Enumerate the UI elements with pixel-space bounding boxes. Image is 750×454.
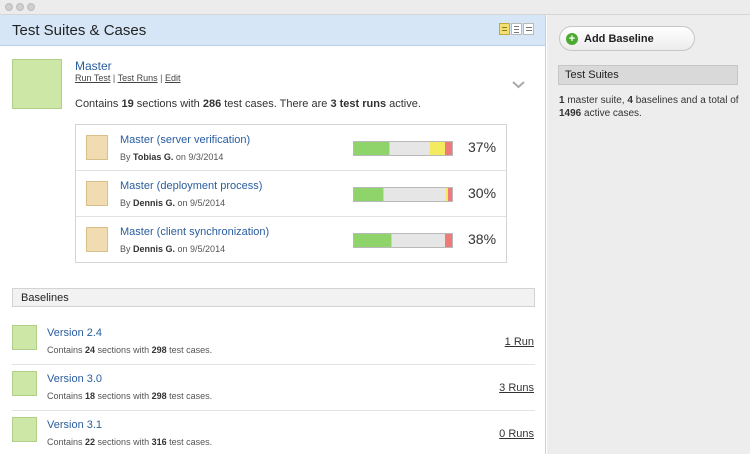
page-title: Test Suites & Cases	[12, 22, 147, 39]
baseline-description: Contains 18 sections with 298 test cases…	[47, 391, 213, 401]
window-close-icon[interactable]	[5, 3, 13, 11]
active-runs-list: Master (server verification) By Tobias G…	[75, 124, 507, 263]
progress-retest-segment	[430, 142, 446, 155]
progress-failed-segment	[448, 188, 452, 201]
baseline-link[interactable]: Version 3.0	[47, 373, 102, 385]
test-run-link[interactable]: Master (client synchronization)	[120, 226, 269, 238]
baselines-section-header: Baselines	[12, 288, 535, 307]
test-run-meta: By Dennis G. on 9/5/2014	[120, 198, 226, 208]
progress-percent: 38%	[468, 231, 497, 247]
master-suite-link[interactable]: Master	[75, 59, 112, 73]
chevron-down-icon[interactable]	[512, 78, 525, 91]
master-suite-thumbnail	[12, 59, 62, 109]
test-run-link[interactable]: Master (server verification)	[120, 134, 250, 146]
test-run-meta: By Dennis G. on 9/5/2014	[120, 244, 226, 254]
progress-bar	[353, 141, 453, 156]
progress-untested-segment	[389, 142, 431, 155]
baseline-link[interactable]: Version 3.1	[47, 419, 102, 431]
progress-untested-segment	[391, 234, 446, 247]
run-test-link[interactable]: Run Test	[75, 73, 110, 83]
baseline-row: Version 3.1 Contains 22 sections with 31…	[0, 411, 545, 454]
baseline-description: Contains 24 sections with 298 test cases…	[47, 345, 213, 355]
progress-untested-segment	[383, 188, 447, 201]
edit-link[interactable]: Edit	[165, 73, 181, 83]
test-run-row: Master (client synchronization) By Denni…	[76, 217, 506, 263]
baselines-heading: Baselines	[21, 292, 69, 304]
progress-percent: 37%	[468, 139, 497, 155]
sidebar-section-header: Test Suites	[558, 65, 738, 85]
baseline-runs-link[interactable]: 0 Runs	[499, 428, 534, 440]
window-titlebar	[0, 0, 750, 15]
baseline-description: Contains 22 sections with 316 test cases…	[47, 437, 213, 447]
baseline-runs-link[interactable]: 3 Runs	[499, 382, 534, 394]
sidebar-summary: 1 master suite, 4 baselines and a total …	[559, 95, 739, 119]
progress-failed-segment	[445, 142, 452, 155]
test-run-row: Master (server verification) By Tobias G…	[76, 125, 506, 171]
master-actions: Run Test | Test Runs | Edit	[75, 73, 180, 83]
baseline-thumbnail	[12, 417, 37, 442]
action-separator: |	[160, 73, 163, 83]
progress-bar	[353, 233, 453, 248]
test-run-row: Master (deployment process) By Dennis G.…	[76, 171, 506, 217]
test-run-meta: By Tobias G. on 9/3/2014	[120, 152, 224, 162]
baseline-row: Version 2.4 Contains 24 sections with 29…	[0, 319, 545, 365]
progress-percent: 30%	[468, 185, 497, 201]
sidebar: + Add Baseline Test Suites 1 master suit…	[547, 15, 750, 454]
view-compact-icon[interactable]	[499, 23, 510, 35]
baseline-link[interactable]: Version 2.4	[47, 327, 102, 339]
master-description: Contains 19 sections with 286 test cases…	[75, 98, 421, 110]
view-detail-icon[interactable]	[523, 23, 534, 35]
test-run-link[interactable]: Master (deployment process)	[120, 180, 262, 192]
test-run-icon	[86, 227, 108, 252]
baseline-runs-link[interactable]: 1 Run	[505, 336, 534, 348]
baseline-thumbnail	[12, 371, 37, 396]
sidebar-section-title: Test Suites	[565, 69, 619, 81]
page-header: Test Suites & Cases	[0, 15, 545, 46]
baseline-row: Version 3.0 Contains 18 sections with 29…	[0, 365, 545, 411]
test-run-icon	[86, 135, 108, 160]
add-baseline-button[interactable]: + Add Baseline	[559, 26, 695, 51]
view-list-icon[interactable]	[511, 23, 522, 35]
window-minimize-icon[interactable]	[16, 3, 24, 11]
action-separator: |	[112, 73, 116, 83]
progress-passed-segment	[354, 188, 384, 201]
add-baseline-label: Add Baseline	[584, 33, 654, 45]
test-runs-link[interactable]: Test Runs	[118, 73, 158, 83]
main-panel: Test Suites & Cases Master Run Test | Te…	[0, 15, 546, 454]
progress-failed-segment	[445, 234, 452, 247]
progress-passed-segment	[354, 234, 392, 247]
window-maximize-icon[interactable]	[27, 3, 35, 11]
plus-icon: +	[566, 33, 578, 45]
test-run-icon	[86, 181, 108, 206]
progress-bar	[353, 187, 453, 202]
progress-passed-segment	[354, 142, 390, 155]
baseline-thumbnail	[12, 325, 37, 350]
